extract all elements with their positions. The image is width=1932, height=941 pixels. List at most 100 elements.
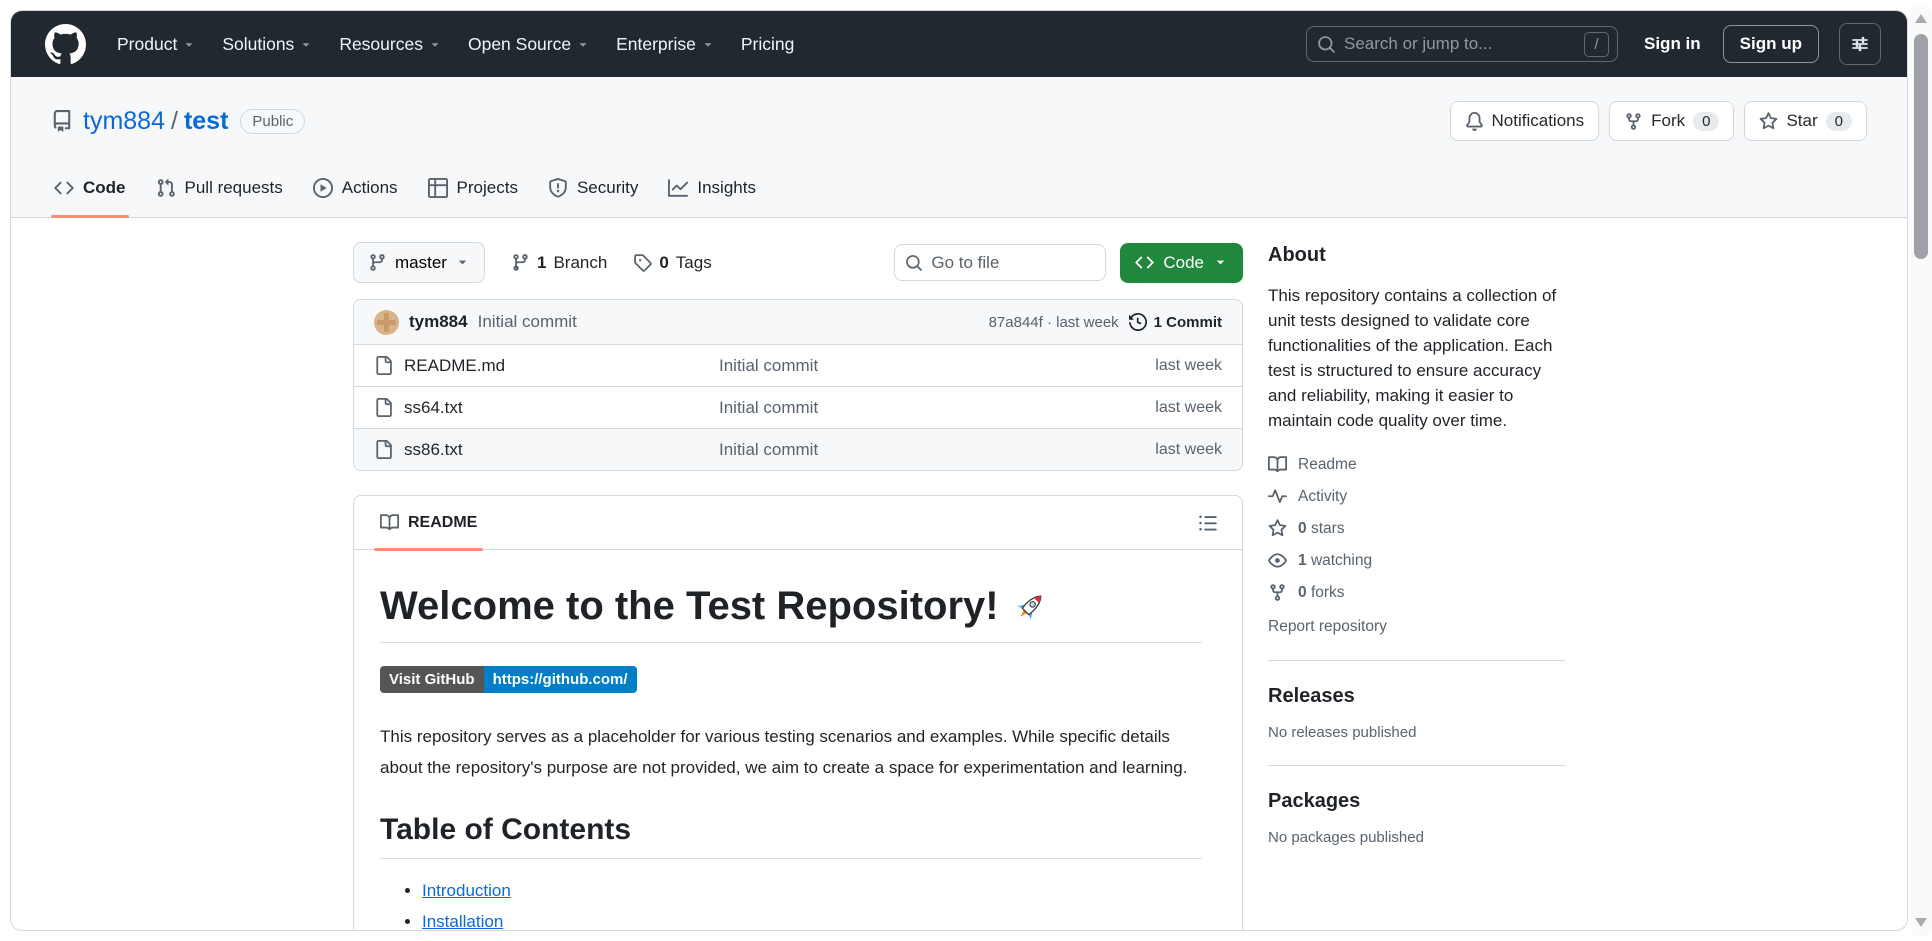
nav-item-open-source[interactable]: Open Source — [457, 25, 601, 64]
shield-icon — [548, 178, 568, 198]
list-unordered-icon — [1198, 513, 1218, 533]
branch-count-label: Branch — [553, 253, 607, 273]
appearance-settings-button[interactable] — [1839, 23, 1881, 65]
tab-code[interactable]: Code — [39, 159, 141, 217]
nav-item-product[interactable]: Product — [106, 25, 207, 64]
nav-item-solutions[interactable]: Solutions — [211, 25, 324, 64]
notifications-button[interactable]: Notifications — [1450, 101, 1600, 141]
commit-history-link[interactable]: 1 Commit — [1129, 313, 1222, 331]
nav-label: Resources — [339, 34, 423, 55]
packages-heading[interactable]: Packages — [1268, 790, 1565, 813]
divider — [1268, 660, 1565, 661]
search-icon — [1317, 35, 1336, 54]
file-commit-message[interactable]: Initial commit — [719, 356, 1155, 376]
go-to-file-input[interactable]: Go to file — [894, 244, 1106, 281]
sign-in-link[interactable]: Sign in — [1644, 34, 1701, 54]
tab-pull-requests[interactable]: Pull requests — [141, 159, 298, 217]
nav-item-resources[interactable]: Resources — [328, 25, 453, 64]
tab-security[interactable]: Security — [533, 159, 653, 217]
nav-label: Pricing — [741, 34, 795, 55]
activity-link[interactable]: Activity — [1268, 487, 1565, 506]
avatar[interactable] — [374, 310, 399, 335]
table-row[interactable]: ss86.txt Initial commit last week — [354, 428, 1242, 470]
releases-heading[interactable]: Releases — [1268, 685, 1565, 708]
toc-link-installation[interactable]: Installation — [422, 912, 503, 931]
file-toolbar: master 1 Branch 0 Tags Go to file — [353, 242, 1243, 283]
tab-insights[interactable]: Insights — [653, 159, 771, 217]
readme-link[interactable]: Readme — [1268, 455, 1565, 474]
go-to-file-placeholder: Go to file — [931, 253, 999, 273]
forks-count: 0 — [1298, 584, 1307, 601]
tab-readme[interactable]: README — [364, 496, 493, 550]
nav-item-enterprise[interactable]: Enterprise — [605, 25, 726, 64]
file-link: ss86.txt — [374, 440, 719, 460]
file-browser-panel: tym884 Initial commit 87a844f · last wee… — [353, 299, 1243, 471]
sign-up-button[interactable]: Sign up — [1723, 25, 1819, 63]
divider — [1268, 765, 1565, 766]
vertical-scrollbar[interactable] — [1910, 4, 1932, 937]
notifications-label: Notifications — [1492, 111, 1585, 131]
tab-actions[interactable]: Actions — [298, 159, 413, 217]
toc-link-introduction[interactable]: Introduction — [422, 881, 511, 900]
visit-github-badge[interactable]: Visit GitHub https://github.com/ — [380, 666, 637, 693]
commit-sha-link[interactable]: 87a844f · last week — [989, 314, 1119, 331]
history-icon — [1129, 313, 1147, 331]
tag-icon — [633, 253, 652, 272]
file-commit-date: last week — [1155, 399, 1222, 417]
scroll-up-arrow[interactable] — [1915, 14, 1927, 23]
tab-label: Insights — [697, 178, 756, 198]
pull-request-icon — [156, 178, 176, 198]
branches-link[interactable]: 1 Branch — [511, 253, 607, 273]
stars-link[interactable]: 0 stars — [1268, 519, 1565, 538]
about-heading: About — [1268, 244, 1565, 267]
fork-label: Fork — [1651, 111, 1685, 131]
star-button[interactable]: Star 0 — [1744, 101, 1867, 141]
repo-actions: Notifications Fork 0 Star 0 — [1450, 101, 1867, 141]
tags-link[interactable]: 0 Tags — [633, 253, 711, 273]
table-row[interactable]: README.md Initial commit last week — [354, 344, 1242, 386]
file-name[interactable]: ss64.txt — [404, 398, 463, 418]
tab-label: Security — [577, 178, 638, 198]
book-icon — [380, 513, 399, 532]
sliders-icon — [1850, 34, 1870, 54]
file-name[interactable]: ss86.txt — [404, 440, 463, 460]
report-repository-link[interactable]: Report repository — [1268, 618, 1565, 636]
readme-title: Welcome to the Test Repository! — [380, 584, 1202, 643]
readme-header: README — [354, 496, 1242, 550]
watching-link[interactable]: 1 watching — [1268, 551, 1565, 570]
tab-projects[interactable]: Projects — [413, 159, 533, 217]
github-logo-icon[interactable] — [45, 24, 86, 65]
outline-button[interactable] — [1198, 513, 1218, 533]
chevron-down-icon — [455, 255, 470, 270]
repo-owner-link[interactable]: tym884 — [83, 107, 165, 135]
current-branch-label: master — [395, 253, 447, 273]
file-commit-message[interactable]: Initial commit — [719, 398, 1155, 418]
table-row[interactable]: ss64.txt Initial commit last week — [354, 386, 1242, 428]
tab-label: Code — [83, 178, 126, 198]
chevron-down-icon — [576, 38, 590, 52]
scroll-down-arrow[interactable] — [1915, 918, 1927, 927]
code-download-button[interactable]: Code — [1120, 243, 1243, 283]
file-name[interactable]: README.md — [404, 356, 505, 376]
nav-item-pricing[interactable]: Pricing — [730, 25, 806, 64]
list-item: Introduction — [422, 881, 1202, 901]
readme-content: Welcome to the Test Repository! — [354, 550, 1242, 931]
star-icon — [1759, 112, 1778, 131]
global-header: Product Solutions Resources Open Source … — [11, 11, 1907, 77]
global-search-input[interactable]: Search or jump to... / — [1306, 26, 1618, 62]
packages-empty-text: No packages published — [1268, 829, 1565, 846]
commit-message-link[interactable]: Initial commit — [478, 312, 577, 332]
tab-label: Projects — [457, 178, 518, 198]
star-icon — [1268, 519, 1287, 538]
meta-label: Readme — [1298, 456, 1357, 474]
forks-link[interactable]: 0 forks — [1268, 583, 1565, 602]
graph-icon — [668, 178, 688, 198]
scrollbar-thumb[interactable] — [1914, 34, 1928, 259]
fork-button[interactable]: Fork 0 — [1609, 101, 1734, 141]
commit-author-link[interactable]: tym884 — [409, 312, 468, 332]
file-commit-message[interactable]: Initial commit — [719, 440, 1155, 460]
repo-name-link[interactable]: test — [184, 107, 228, 135]
nav-label: Enterprise — [616, 34, 696, 55]
branch-selector[interactable]: master — [353, 242, 485, 283]
nav-label: Product — [117, 34, 177, 55]
